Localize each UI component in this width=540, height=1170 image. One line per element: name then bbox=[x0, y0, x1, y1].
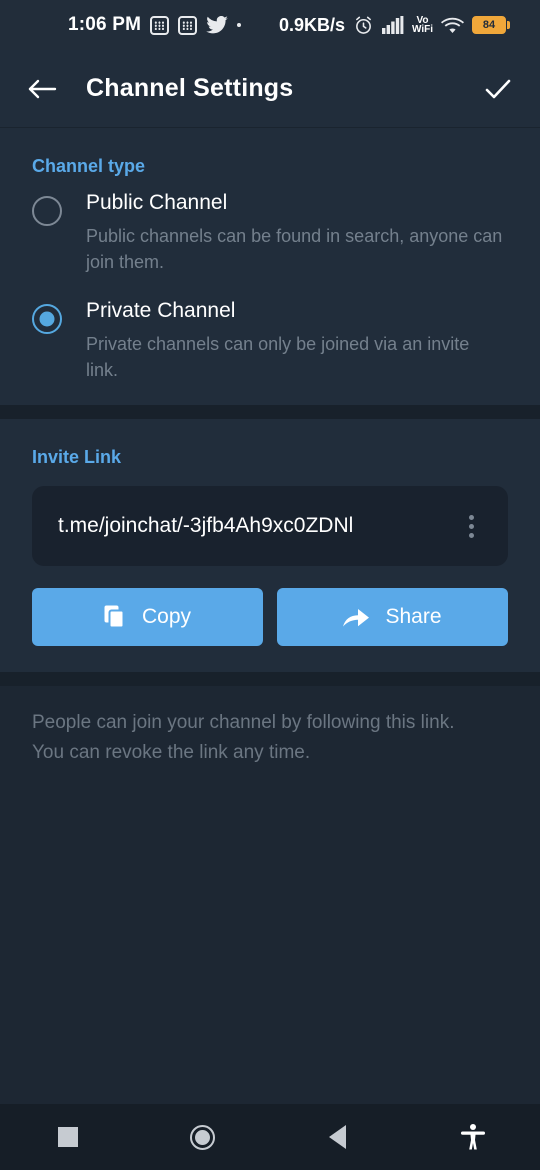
back-arrow-icon[interactable] bbox=[20, 67, 64, 111]
invite-link-header: Invite Link bbox=[32, 447, 122, 467]
circle-home-icon[interactable] bbox=[135, 1104, 270, 1170]
accessibility-icon[interactable] bbox=[405, 1104, 540, 1170]
alarm-clock-icon bbox=[353, 15, 374, 36]
option-public-description: Public channels can be found in search, … bbox=[86, 226, 503, 272]
network-speed: 0.9KB/s bbox=[278, 14, 345, 35]
copy-button[interactable]: Copy bbox=[32, 588, 263, 646]
copy-icon bbox=[104, 605, 126, 629]
triangle-back-icon[interactable] bbox=[270, 1104, 405, 1170]
calculator-icon-2 bbox=[178, 15, 198, 35]
copy-button-label: Copy bbox=[141, 605, 192, 628]
battery-level: 84 bbox=[482, 18, 496, 31]
section-divider-2 bbox=[0, 672, 540, 686]
vowifi-line-2: WiFi bbox=[411, 24, 433, 35]
channel-type-section: Channel type Public Channel Public chann… bbox=[0, 128, 540, 405]
radio-private-wrap bbox=[32, 297, 78, 383]
status-bar-right: 0.9KB/s Vo WiFi 84 bbox=[279, 15, 510, 36]
status-time: 1:06 PM bbox=[68, 14, 142, 35]
cellular-signal-icon bbox=[381, 16, 404, 34]
section-divider-1 bbox=[0, 405, 540, 419]
vowifi-icon: Vo WiFi bbox=[411, 16, 433, 35]
invite-link-field[interactable]: t.me/joinchat/-3jfb4Ah9xc0ZDNl bbox=[32, 486, 508, 566]
radio-public-wrap bbox=[32, 189, 78, 275]
system-navigation-bar bbox=[0, 1104, 540, 1170]
battery-icon: 84 bbox=[472, 16, 510, 34]
option-private-channel[interactable]: Private Channel Private channels can onl… bbox=[0, 275, 540, 383]
status-bar-left: 1:06 PM bbox=[68, 14, 242, 36]
page-title: Channel Settings bbox=[86, 74, 294, 102]
option-private-text: Private Channel Private channels can onl… bbox=[78, 297, 506, 383]
share-arrow-icon bbox=[343, 606, 370, 628]
invite-link-url[interactable]: t.me/joinchat/-3jfb4Ah9xc0ZDNl bbox=[58, 514, 454, 538]
status-bar: 1:06 PM 0.9KB/s Vo WiFi 84 bbox=[0, 0, 540, 50]
twitter-icon bbox=[206, 16, 229, 34]
phone-screen: 1:06 PM 0.9KB/s Vo WiFi 84 Channel Setti… bbox=[0, 0, 540, 1170]
dot-icon bbox=[237, 23, 242, 27]
invite-link-field-wrap: t.me/joinchat/-3jfb4Ah9xc0ZDNl bbox=[0, 474, 540, 566]
option-public-text: Public Channel Public channels can be fo… bbox=[78, 189, 506, 275]
option-private-description: Private channels can only be joined via … bbox=[86, 334, 470, 380]
channel-type-header: Channel type bbox=[32, 156, 146, 176]
share-button[interactable]: Share bbox=[277, 588, 508, 646]
option-public-channel[interactable]: Public Channel Public channels can be fo… bbox=[0, 183, 540, 275]
wifi-icon bbox=[441, 16, 464, 34]
calculator-icon bbox=[150, 15, 170, 35]
radio-private-channel[interactable] bbox=[32, 304, 62, 334]
option-public-title: Public Channel bbox=[86, 191, 228, 214]
section-bottom-padding bbox=[0, 383, 540, 405]
more-vertical-icon[interactable] bbox=[454, 509, 488, 543]
square-recents-icon[interactable] bbox=[0, 1104, 135, 1170]
invite-link-section: Invite Link t.me/joinchat/-3jfb4Ah9xc0ZD… bbox=[0, 419, 540, 672]
share-button-label: Share bbox=[385, 605, 442, 628]
app-bar: Channel Settings bbox=[0, 50, 540, 128]
option-private-title: Private Channel bbox=[86, 299, 236, 322]
invite-link-hint: People can join your channel by followin… bbox=[32, 712, 455, 763]
invite-link-actions: Copy Share bbox=[0, 566, 540, 672]
radio-public-channel[interactable] bbox=[32, 196, 62, 226]
checkmark-icon[interactable] bbox=[476, 67, 520, 111]
